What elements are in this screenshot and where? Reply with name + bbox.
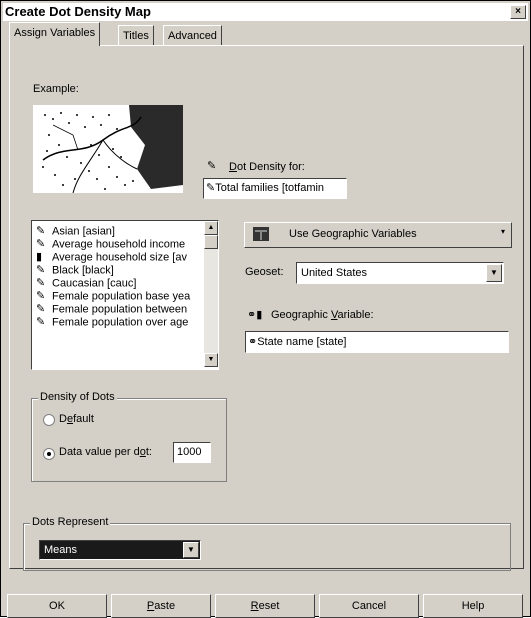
- close-button[interactable]: ×: [510, 5, 526, 19]
- dot-density-field[interactable]: ✎Total families [totfamin: [203, 178, 347, 199]
- chevron-down-icon: ▼: [490, 268, 498, 277]
- nominal-icon: ⚭: [248, 336, 258, 348]
- variable-list[interactable]: ✎ Asian [asian] ✎ Average household income…: [31, 220, 219, 370]
- tab-assign-variables[interactable]: Assign Variables: [9, 22, 101, 46]
- arrow-down-icon: ▼: [207, 356, 215, 363]
- scroll-thumb[interactable]: [204, 235, 218, 249]
- reset-button[interactable]: Reset: [215, 594, 315, 618]
- data-value-input[interactable]: 1000: [173, 442, 211, 463]
- scale-icon: ✎: [36, 290, 46, 302]
- data-value-label: Data value per dot:: [59, 446, 152, 458]
- bar-chart-icon: ▮: [36, 251, 43, 263]
- data-value-radio[interactable]: [43, 448, 55, 460]
- list-item[interactable]: ▮ Average household size [av: [36, 251, 187, 264]
- dots-represent-title: Dots Represent: [30, 516, 111, 528]
- geoset-dropdown-button[interactable]: ▼: [486, 264, 502, 282]
- dots-represent-value: Means: [44, 544, 78, 556]
- list-item[interactable]: ✎ Female population base yea: [36, 290, 190, 303]
- geo-source-dropdown[interactable]: Use Geographic Variables ▾: [244, 222, 512, 248]
- dot-density-value: Total families [totfamin: [215, 182, 325, 194]
- title-bar: Create Dot Density Map ×: [3, 3, 528, 21]
- list-item[interactable]: ✎ Female population over age: [36, 316, 188, 329]
- scale-icon: ✎: [36, 264, 46, 276]
- density-groupbox: Density of Dots: [31, 391, 227, 482]
- scale-icon: ✎: [206, 182, 216, 194]
- default-radio[interactable]: [43, 414, 55, 426]
- scale-icon: ✎: [36, 225, 46, 237]
- window-title: Create Dot Density Map: [5, 4, 151, 19]
- geographic-variable-label: Geographic Variable:: [271, 309, 374, 321]
- geoset-value: United States: [301, 267, 368, 279]
- dots-represent-select[interactable]: Means ▼: [39, 540, 201, 560]
- list-item[interactable]: ✎ Average household income: [36, 238, 185, 251]
- example-label: Example:: [33, 83, 79, 95]
- data-value-text: 1000: [177, 446, 202, 458]
- scroll-up-button[interactable]: ▲: [204, 221, 218, 235]
- geoset-select[interactable]: United States ▼: [296, 262, 504, 284]
- geographic-variable-field[interactable]: ⚭State name [state]: [245, 331, 509, 353]
- tab-label: Titles: [123, 30, 149, 42]
- list-scrollbar[interactable]: ▲ ▼: [204, 221, 218, 367]
- geographic-variable-icon: ⚭▮: [247, 309, 263, 321]
- tab-titles[interactable]: Titles: [118, 25, 154, 46]
- help-button[interactable]: Help: [423, 594, 523, 618]
- paste-button[interactable]: Paste: [111, 594, 211, 618]
- geoset-label: Geoset:: [245, 266, 284, 278]
- tab-label: Advanced: [168, 30, 217, 42]
- dropdown-arrow-icon: ▾: [500, 227, 505, 236]
- example-map-image: [33, 105, 183, 194]
- ruler-icon: ✎: [207, 160, 217, 172]
- geographic-variable-value: State name [state]: [257, 336, 347, 348]
- map-icon: [253, 227, 269, 241]
- default-radio-label: Default: [59, 413, 94, 425]
- dialog-window: Create Dot Density Map × Assign Variable…: [0, 0, 531, 618]
- list-item[interactable]: ✎ Female population between: [36, 303, 187, 316]
- scroll-down-button[interactable]: ▼: [204, 353, 218, 367]
- arrow-up-icon: ▲: [207, 224, 215, 231]
- list-item[interactable]: ✎ Asian [asian]: [36, 225, 115, 238]
- scale-icon: ✎: [36, 277, 46, 289]
- scale-icon: ✎: [36, 238, 46, 250]
- dot-density-label: Dot Density for:: [229, 161, 305, 173]
- tab-advanced[interactable]: Advanced: [163, 25, 222, 46]
- scale-icon: ✎: [36, 316, 46, 328]
- close-icon: ×: [515, 6, 521, 17]
- density-title: Density of Dots: [38, 391, 117, 403]
- scale-icon: ✎: [36, 303, 46, 315]
- list-item[interactable]: ✎ Black [black]: [36, 264, 114, 277]
- ok-button[interactable]: OK: [7, 594, 107, 618]
- chevron-down-icon: ▼: [187, 545, 195, 554]
- tab-label: Assign Variables: [14, 27, 96, 39]
- cancel-button[interactable]: Cancel: [319, 594, 419, 618]
- dots-represent-dropdown-button[interactable]: ▼: [183, 542, 199, 558]
- geo-source-label: Use Geographic Variables: [289, 228, 417, 240]
- list-item[interactable]: ✎ Caucasian [cauc]: [36, 277, 136, 290]
